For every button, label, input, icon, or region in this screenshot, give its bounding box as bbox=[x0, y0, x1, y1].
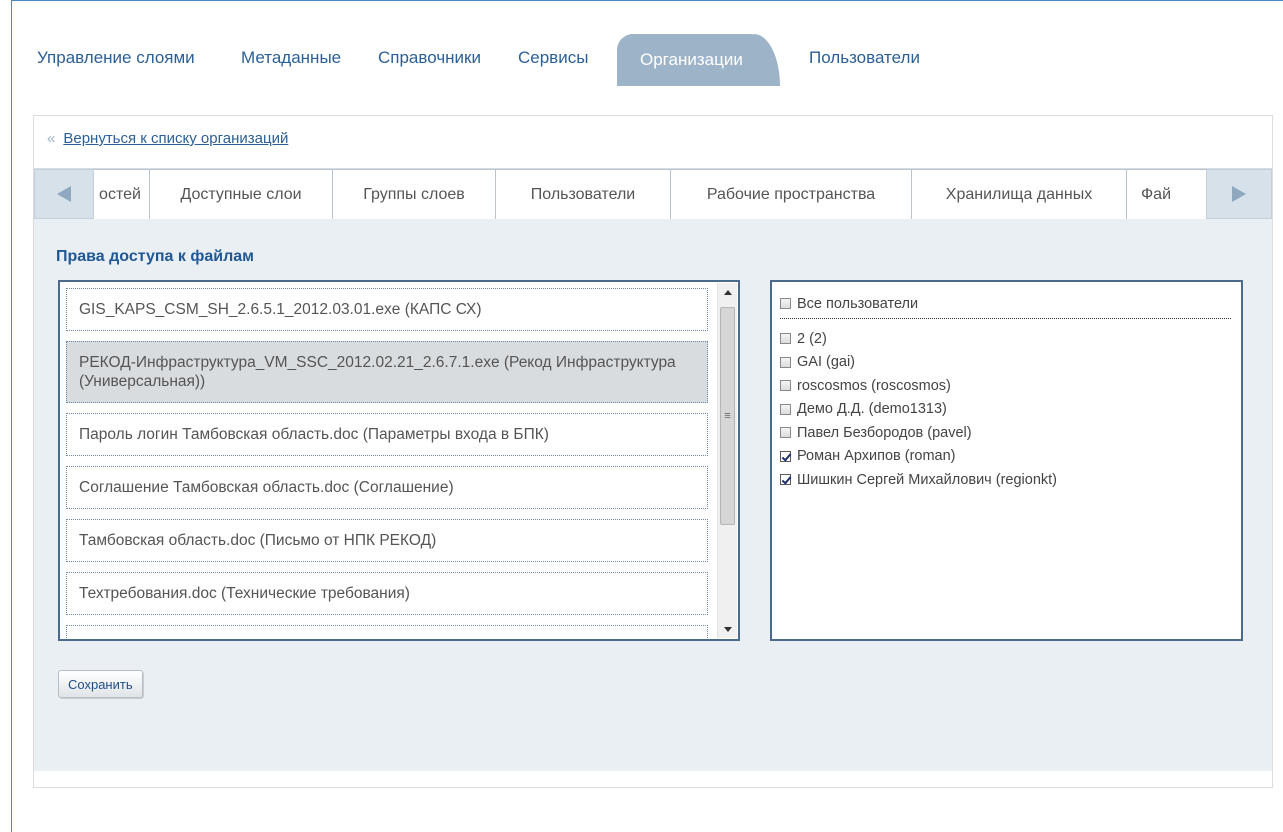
tab-available-layers[interactable]: Доступные слои bbox=[149, 169, 333, 219]
files-scrollbar[interactable]: ≡ bbox=[717, 283, 737, 638]
user-checkbox[interactable] bbox=[780, 333, 791, 345]
nav-item-dictionaries[interactable]: Справочники bbox=[378, 48, 481, 68]
user-row[interactable]: GAI (gai) bbox=[780, 351, 1057, 375]
double-chevron-left-icon: « bbox=[47, 130, 56, 147]
users-checkbox-list: 2 (2) GAI (gai) roscosmos (roscosmos) Де… bbox=[780, 327, 1057, 492]
files-list: GIS_KAPS_CSM_SH_2.6.5.1_2012.03.01.exe (… bbox=[66, 288, 708, 639]
tabs-scroll-right-button[interactable] bbox=[1206, 169, 1272, 219]
all-users-row: Все пользователи bbox=[780, 292, 1231, 319]
scroll-up-button[interactable] bbox=[718, 283, 737, 301]
user-label: Демо Д.Д. (demo1313) bbox=[797, 401, 947, 418]
nav-item-organizations[interactable]: Организации bbox=[617, 34, 780, 86]
back-link-row: « Вернуться к списку организаций bbox=[47, 130, 288, 147]
tab-partial-first[interactable]: остей bbox=[94, 169, 150, 219]
main-navigation: Управление слоями Метаданные Справочники… bbox=[37, 34, 1277, 86]
user-checkbox[interactable] bbox=[780, 427, 791, 439]
all-users-checkbox-row[interactable]: Все пользователи bbox=[780, 292, 1231, 316]
tab-content: Права доступа к файлам GIS_KAPS_CSM_SH_2… bbox=[34, 228, 1272, 771]
arrow-down-icon bbox=[723, 626, 732, 632]
user-label: 2 (2) bbox=[797, 330, 827, 347]
user-checkbox[interactable] bbox=[780, 380, 791, 392]
grip-icon: ≡ bbox=[724, 410, 731, 422]
arrow-right-icon bbox=[1232, 186, 1246, 202]
save-button[interactable]: Сохранить bbox=[58, 670, 143, 698]
tab-files[interactable]: Фай bbox=[1126, 169, 1206, 219]
nav-item-users[interactable]: Пользователи bbox=[809, 48, 920, 68]
user-label: Шишкин Сергей Михайлович (regionkt) bbox=[797, 471, 1058, 488]
user-label: Павел Безбородов (pavel) bbox=[797, 424, 972, 441]
user-row[interactable]: Демо Д.Д. (demo1313) bbox=[780, 398, 1057, 422]
scroll-down-button[interactable] bbox=[718, 620, 737, 638]
user-checkbox-checked[interactable] bbox=[780, 474, 791, 486]
file-item[interactable]: GIS_KAPS_CSM_SH_2.6.5.1_2012.03.01.exe (… bbox=[66, 288, 708, 331]
tabs-container: остей Доступные слои Группы слоев Пользо… bbox=[94, 169, 1206, 219]
scroll-thumb[interactable]: ≡ bbox=[720, 307, 735, 525]
organization-panel: « Вернуться к списку организаций остей До… bbox=[33, 115, 1273, 788]
nav-item-layers[interactable]: Управление слоями bbox=[37, 48, 195, 68]
section-title: Права доступа к файлам bbox=[56, 248, 254, 265]
tab-workspaces[interactable]: Рабочие пространства bbox=[670, 169, 912, 219]
user-row[interactable]: Павел Безбородов (pavel) bbox=[780, 421, 1057, 445]
back-to-organizations-link[interactable]: Вернуться к списку организаций bbox=[63, 130, 288, 147]
file-item[interactable]: Техтребования.doc (Технические требовани… bbox=[66, 572, 708, 615]
file-item-selected[interactable]: РЕКОД-Инфраструктура_VM_SSC_2012.02.21_2… bbox=[66, 341, 708, 403]
user-row[interactable]: roscosmos (roscosmos) bbox=[780, 374, 1057, 398]
user-label: roscosmos (roscosmos) bbox=[797, 377, 951, 394]
files-listbox[interactable]: GIS_KAPS_CSM_SH_2.6.5.1_2012.03.01.exe (… bbox=[58, 280, 740, 641]
all-users-label: Все пользователи bbox=[797, 295, 919, 312]
user-label: Роман Архипов (roman) bbox=[797, 448, 956, 465]
user-label: GAI (gai) bbox=[797, 354, 856, 371]
tab-users[interactable]: Пользователи bbox=[495, 169, 671, 219]
tab-strip: остей Доступные слои Группы слоев Пользо… bbox=[34, 168, 1272, 228]
file-item[interactable]: Тамбовская область.doc (Письмо от НПК РЕ… bbox=[66, 519, 708, 562]
tabs-scroll-left-button[interactable] bbox=[34, 169, 94, 219]
user-row[interactable]: Шишкин Сергей Михайлович (regionkt) bbox=[780, 468, 1057, 492]
user-row[interactable]: Роман Архипов (roman) bbox=[780, 445, 1057, 469]
tab-layer-groups[interactable]: Группы слоев bbox=[332, 169, 496, 219]
arrow-left-icon bbox=[57, 186, 71, 202]
file-item[interactable]: Пароль логин Тамбовская область.doc (Пар… bbox=[66, 413, 708, 456]
file-item[interactable]: Соглашение Тамбовская область.doc (Согла… bbox=[66, 466, 708, 509]
user-checkbox[interactable] bbox=[780, 403, 791, 415]
nav-item-services[interactable]: Сервисы bbox=[518, 48, 588, 68]
tab-datastores[interactable]: Хранилища данных bbox=[911, 169, 1127, 219]
users-access-panel: Все пользователи 2 (2) GAI (gai) roscosm… bbox=[770, 280, 1243, 641]
arrow-up-icon bbox=[723, 289, 732, 295]
nav-item-metadata[interactable]: Метаданные bbox=[241, 48, 341, 68]
file-item[interactable]: Лицензионный договор.doc (Лицензионный д… bbox=[66, 625, 708, 639]
user-row[interactable]: 2 (2) bbox=[780, 327, 1057, 351]
user-checkbox-checked[interactable] bbox=[780, 450, 791, 462]
all-users-checkbox[interactable] bbox=[780, 298, 791, 310]
user-checkbox[interactable] bbox=[780, 356, 791, 368]
